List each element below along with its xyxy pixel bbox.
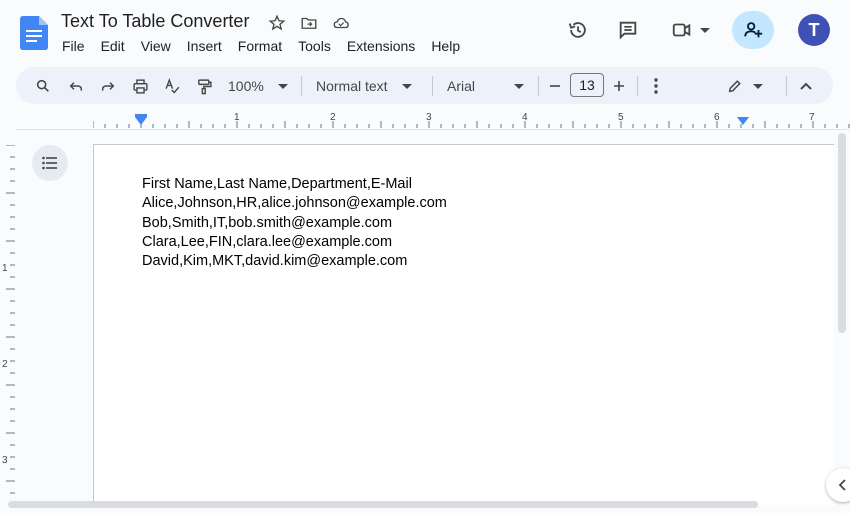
undo-icon[interactable] [66,75,86,97]
decrease-font-size-button[interactable] [546,75,564,97]
star-icon[interactable] [267,13,287,33]
vertical-scrollbar[interactable] [838,133,846,333]
menu-tools[interactable]: Tools [298,37,331,55]
toolbar-divider [786,76,787,96]
text-line[interactable]: Bob,Smith,IT,bob.smith@example.com [142,214,447,233]
ruler-label: 1 [2,263,8,274]
font-value: Arial [447,78,476,94]
toolbar-divider [538,76,539,96]
spellcheck-icon[interactable] [162,75,182,97]
text-line[interactable]: Alice,Johnson,HR,alice.johnson@example.c… [142,194,447,213]
menu-file[interactable]: File [62,37,85,55]
redo-icon[interactable] [98,75,118,97]
text-line[interactable]: Clara,Lee,FIN,clara.lee@example.com [142,233,447,252]
menu-help[interactable]: Help [431,37,460,55]
ruler-label: 3 [2,455,8,466]
ruler-label: 2 [330,112,336,123]
search-menus-icon[interactable] [33,75,53,97]
ruler-label: 3 [426,112,432,123]
editing-mode-select[interactable] [720,75,770,97]
avatar[interactable]: T [798,14,830,46]
toolbar-divider [432,76,433,96]
right-indent-marker[interactable] [737,117,749,125]
increase-font-size-button[interactable] [610,75,628,97]
document-title[interactable]: Text To Table Converter [61,11,249,32]
docs-logo-icon[interactable] [20,16,48,50]
add-person-icon [744,22,763,38]
ruler-label: 7 [809,112,815,123]
zoom-select[interactable]: 100% [228,75,292,97]
menu-insert[interactable]: Insert [187,37,222,55]
ruler-label: 1 [234,112,240,123]
chevron-down-icon [514,83,525,89]
horizontal-ruler[interactable] [93,112,850,130]
share-button[interactable] [732,11,774,49]
document-outline-button[interactable] [32,145,68,181]
left-indent-marker[interactable] [135,117,147,125]
chevron-left-icon [838,479,846,491]
chevron-down-icon [700,27,710,33]
plus-icon [614,81,624,91]
font-size-input[interactable]: 13 [570,73,604,97]
vertical-ruler[interactable] [0,145,16,495]
toolbar-divider [301,76,302,96]
ruler-label: 2 [2,359,8,370]
menu-view[interactable]: View [141,37,171,55]
pencil-icon [728,80,741,93]
ruler-label: 4 [522,112,528,123]
move-folder-icon[interactable] [299,13,319,33]
menu-extensions[interactable]: Extensions [347,37,415,55]
chevron-down-icon [753,83,763,89]
font-select[interactable]: Arial [447,75,527,97]
chevron-down-icon [277,83,288,89]
minus-icon [550,85,560,87]
paragraph-style-select[interactable]: Normal text [316,75,420,97]
video-camera-icon [672,23,691,37]
chevron-down-icon [401,83,412,89]
ruler-label: 6 [714,112,720,123]
ruler-label: 5 [618,112,624,123]
print-icon[interactable] [130,75,150,97]
text-line[interactable]: David,Kim,MKT,david.kim@example.com [142,252,447,271]
menu-edit[interactable]: Edit [101,37,125,55]
version-history-icon[interactable] [562,14,594,46]
zoom-value: 100% [228,78,264,94]
text-line[interactable]: First Name,Last Name,Department,E-Mail [142,175,447,194]
paint-format-icon[interactable] [194,75,214,97]
collapse-menus-icon[interactable] [796,75,816,97]
list-icon [42,156,57,170]
menu-format[interactable]: Format [238,37,282,55]
comments-icon[interactable] [612,14,644,46]
toolbar-divider [637,76,638,96]
cloud-saved-icon[interactable] [331,13,351,33]
meet-button[interactable] [666,14,714,46]
first-line-indent-marker[interactable] [135,114,147,117]
more-options-icon[interactable] [646,75,666,97]
paragraph-style-value: Normal text [316,78,388,94]
menu-bar: File Edit View Insert Format Tools Exten… [62,37,476,55]
horizontal-scrollbar[interactable] [8,501,758,508]
document-body[interactable]: First Name,Last Name,Department,E-Mail A… [142,175,447,271]
